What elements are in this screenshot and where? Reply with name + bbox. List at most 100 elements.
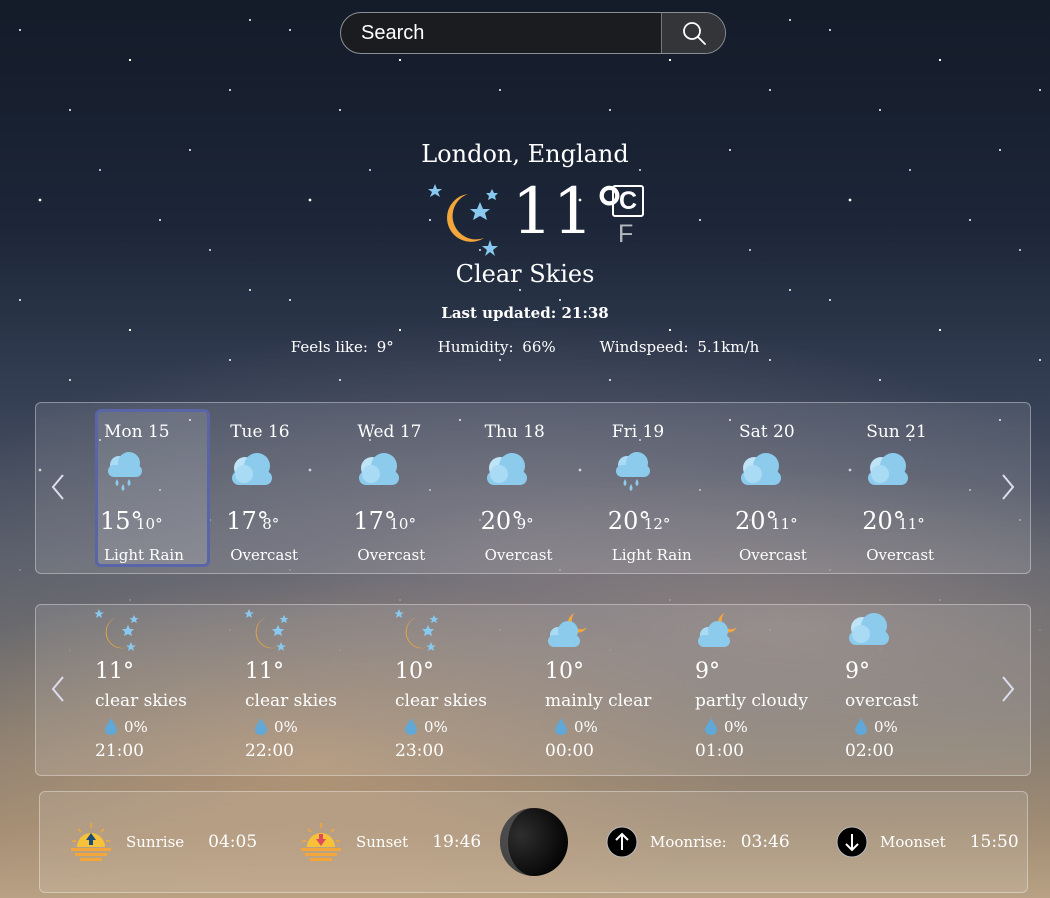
moonset-time: 15:50	[969, 832, 1019, 852]
moon-stars-icon	[394, 609, 441, 653]
hourly-card-2300: 10° clear skies 0% 23:00	[394, 605, 535, 775]
moon-stars-icon	[244, 609, 291, 653]
daily-next-button[interactable]	[998, 471, 1018, 503]
hourly-description: overcast	[845, 691, 919, 711]
daily-card-thu-18[interactable]: Thu 18 20° 9° Overcast	[477, 409, 592, 567]
moonset-label: Moonset	[880, 833, 946, 851]
daily-description: Overcast	[866, 546, 935, 564]
hourly-precip: 0%	[874, 718, 898, 736]
moonrise-icon	[606, 826, 638, 858]
moonset-icon	[836, 826, 868, 858]
daily-low-temp: 10°	[136, 515, 163, 533]
raindrop-icon	[705, 718, 717, 735]
sunrise-icon	[71, 823, 111, 861]
daily-card-sun-21[interactable]: Sun 21 20° 11° Overcast	[858, 409, 973, 567]
daily-description: Overcast	[484, 546, 553, 564]
cloud-icon	[483, 449, 529, 493]
hourly-time: 02:00	[845, 741, 894, 761]
search-button[interactable]	[661, 13, 725, 53]
raindrop-icon	[555, 718, 567, 735]
daily-card-fri-19[interactable]: Fri 19 20° 12° Light Rain	[604, 409, 719, 567]
hourly-time: 22:00	[245, 741, 294, 761]
daily-description: Light Rain	[611, 546, 692, 564]
current-temperature: 11°	[512, 175, 626, 249]
moon-phase-icon	[500, 808, 568, 876]
search-input[interactable]	[341, 13, 661, 53]
daily-low-temp: 11°	[771, 515, 798, 533]
location-name: London, England	[421, 140, 629, 168]
sunset-label: Sunset	[356, 833, 409, 851]
moonrise-label: Moonrise:	[650, 833, 727, 851]
chevron-right-icon	[1002, 474, 1015, 500]
hourly-description: clear skies	[395, 691, 487, 711]
daily-card-mon-15[interactable]: Mon 15 15° 10° Light Rain	[95, 409, 210, 567]
last-updated: Last updated: 21:38	[441, 304, 609, 322]
raindrop-icon	[855, 718, 867, 735]
hourly-card-2100: 11° clear skies 0% 21:00	[94, 605, 235, 775]
hourly-time: 23:00	[395, 741, 444, 761]
stat-feels-like: Feels like: 9°	[290, 338, 394, 356]
hourly-card-0200: 9° overcast 0% 02:00	[845, 605, 985, 775]
hourly-prev-button[interactable]	[48, 673, 68, 705]
hourly-description: partly cloudy	[695, 691, 809, 711]
daily-low-temp: 11°	[898, 515, 925, 533]
daily-card-tue-16[interactable]: Tue 16 17° 8° Overcast	[222, 409, 337, 567]
hourly-forecast-panel: 11° clear skies 0% 21:00 11° clear skies 0% 22:…	[35, 604, 1031, 776]
hourly-description: mainly clear	[545, 691, 652, 711]
sunset-icon	[301, 823, 341, 861]
hourly-description: clear skies	[95, 691, 187, 711]
daily-day-label: Tue 16	[230, 422, 290, 442]
cloud-icon	[355, 449, 401, 493]
daily-day-label: Fri 19	[611, 422, 665, 442]
hourly-card-0000: 10° mainly clear 0% 00:00	[545, 605, 685, 775]
daily-low-temp: 9°	[516, 515, 534, 533]
hourly-temp: 11°	[95, 659, 134, 684]
hourly-temp: 11°	[245, 659, 284, 684]
rain-cloud-icon	[102, 449, 148, 493]
cloud-icon	[228, 449, 274, 493]
hourly-next-button[interactable]	[998, 673, 1018, 705]
daily-card-wed-17[interactable]: Wed 17 17° 10° Overcast	[349, 409, 464, 567]
hourly-time: 01:00	[695, 741, 744, 761]
hourly-precip: 0%	[274, 718, 298, 736]
daily-day-label: Wed 17	[357, 422, 422, 442]
cloud-icon	[864, 449, 910, 493]
hourly-precip: 0%	[724, 718, 748, 736]
hourly-precip: 0%	[574, 718, 598, 736]
raindrop-icon	[105, 718, 117, 735]
hourly-temp: 9°	[695, 659, 720, 684]
daily-day-label: Thu 18	[484, 422, 545, 442]
daily-card-sat-20[interactable]: Sat 20 20° 11° Overcast	[731, 409, 846, 567]
astronomy-panel: Sunrise 04:05 Sunset 19:46 Moonrise: 03:…	[39, 791, 1028, 893]
chevron-left-icon	[51, 676, 64, 702]
search-icon	[682, 22, 706, 45]
hourly-card-0100: 9° partly cloudy 0% 01:00	[695, 605, 835, 775]
daily-forecast-panel: Mon 15 15° 10° Light Rain Tue 16 17° 8° Overcas…	[35, 402, 1031, 574]
sunrise-label: Sunrise	[126, 833, 185, 851]
daily-prev-button[interactable]	[48, 471, 68, 503]
raindrop-icon	[255, 718, 267, 735]
sunset-time: 19:46	[432, 832, 482, 852]
unit-fahrenheit-toggle[interactable]: F	[618, 220, 633, 249]
chevron-right-icon	[1002, 676, 1015, 702]
raindrop-icon	[405, 718, 417, 735]
unit-celsius-toggle[interactable]: C	[612, 185, 644, 217]
daily-day-label: Sat 20	[739, 422, 795, 442]
moonrise-time: 03:46	[740, 832, 790, 852]
current-weather: London, England 11° C F Clear Skies Last…	[0, 140, 1050, 356]
cloud-icon	[845, 609, 891, 653]
cloud-moon-icon	[545, 609, 591, 653]
moon-stars-icon	[428, 184, 498, 256]
daily-day-label: Sun 21	[866, 422, 927, 442]
cloud-moon-icon	[695, 609, 741, 653]
daily-low-temp: 8°	[262, 515, 280, 533]
current-stats: Feels like: 9° Humidity: 66% Windspeed: …	[0, 338, 1050, 356]
rain-cloud-icon	[610, 449, 656, 493]
hourly-temp: 10°	[545, 659, 584, 684]
temperature-row: 11° C F	[428, 175, 648, 258]
current-condition: Clear Skies	[455, 260, 595, 288]
hourly-time: 00:00	[545, 741, 594, 761]
search-bar	[340, 12, 726, 54]
daily-day-label: Mon 15	[104, 422, 170, 442]
sunrise-item: Sunrise 04:05	[70, 792, 257, 892]
